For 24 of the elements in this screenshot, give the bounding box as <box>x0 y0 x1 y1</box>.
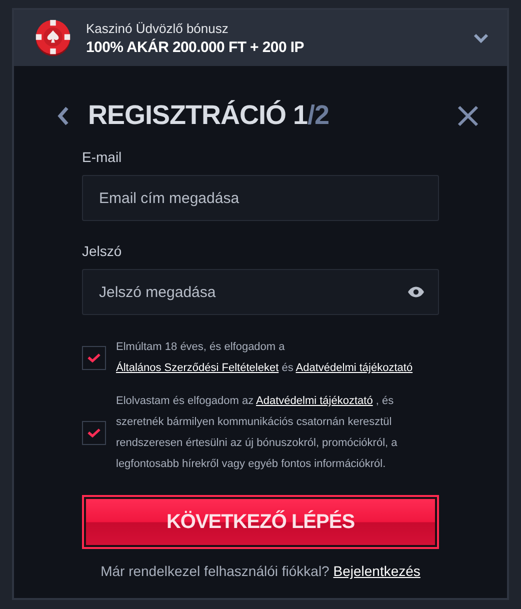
field-label: E-mail <box>82 149 123 165</box>
bonus-subtitle: Kaszinó Üdvözlő bónusz <box>86 20 230 36</box>
field-label: Jelszó <box>82 243 123 259</box>
consent-link[interactable]: Adatvédelmi tájékoztató <box>256 395 373 407</box>
password-field[interactable]: Jelszó megadása <box>82 269 439 315</box>
consent-text: Elolvastam és elfogadom az Adatvédelmi tájékoztató , és szeretnék bármilyen kommunikációs csatornán keresztül rendszeresen értesülni az új bónuszokról, promóciókról, a legfontosabb hírekről vagy egyéb fontos információkról. <box>116 394 398 472</box>
eye-icon[interactable] <box>407 286 425 298</box>
close-icon[interactable] <box>457 104 479 126</box>
next-step-button[interactable]: KÖVETKEZŐ LÉPÉS <box>82 495 439 549</box>
checkbox[interactable] <box>82 346 106 370</box>
bonus-title: 100% AKÁR 200.000 FT + 200 IP <box>86 38 305 56</box>
back-icon[interactable] <box>56 104 70 126</box>
consent-link[interactable]: Általános Szerződési Feltételeket <box>116 362 279 374</box>
casino-chip-icon <box>34 19 72 57</box>
login-link[interactable]: Bejelentkezés <box>333 563 420 579</box>
consent-text: Elmúltam 18 éves, és elfogadom a Általános Szerződési Feltételeket és Adatvédelmi tájékoztató <box>116 340 413 376</box>
checkbox[interactable] <box>82 421 106 445</box>
chevron-down-icon[interactable] <box>473 32 489 44</box>
dialog-title: REGISZTRÁCIÓ 1/2 <box>88 100 330 131</box>
check-icon <box>87 428 101 438</box>
consent-link[interactable]: Adatvédelmi tájékoztató <box>296 362 413 374</box>
check-icon <box>87 353 101 363</box>
login-prompt: Már rendelkezel felhasználói fiókkal? Bejelentkezés <box>100 563 422 579</box>
email-field[interactable]: Email cím megadása <box>82 175 439 221</box>
